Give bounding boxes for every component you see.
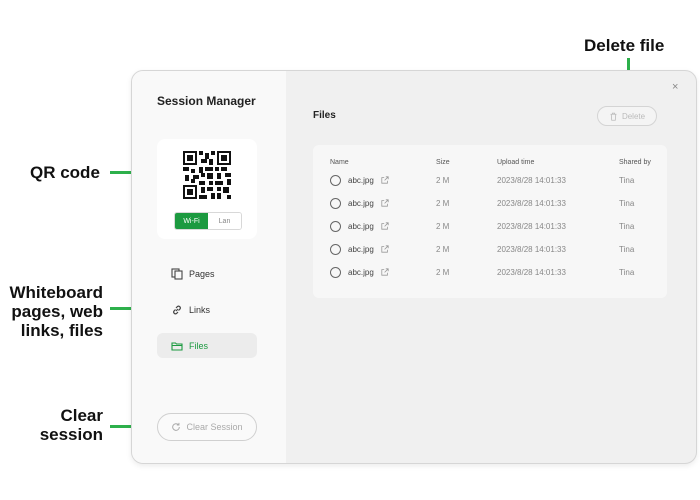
file-name: abc.jpg [348, 199, 374, 208]
pages-icon [171, 267, 183, 280]
callout-qr-code: QR code [30, 163, 100, 182]
column-header-size: Size [436, 159, 450, 166]
trash-icon [610, 112, 617, 121]
callout-clear-line1: Clear [60, 406, 103, 425]
row-select-radio[interactable] [330, 175, 341, 186]
nav-label-links: Links [189, 304, 211, 315]
callout-clear-session: Clear session [20, 406, 103, 444]
upload-time: 2023/8/28 14:01:33 [497, 176, 566, 185]
file-name: abc.jpg [348, 222, 374, 231]
table-row[interactable]: abc.jpg 2 M 2023/8/28 14:01:33 Tina [313, 263, 667, 283]
table-row[interactable]: abc.jpg 2 M 2023/8/28 14:01:33 Tina [313, 171, 667, 191]
callout-clear-line2: session [39, 425, 103, 444]
app-title: Session Manager [157, 94, 256, 108]
delete-button[interactable]: Delete [597, 106, 657, 126]
toggle-lan[interactable]: Lan [208, 213, 241, 229]
row-select-radio[interactable] [330, 198, 341, 209]
upload-time: 2023/8/28 14:01:33 [497, 199, 566, 208]
network-toggle: Wi-Fi Lan [174, 212, 242, 230]
table-row[interactable]: abc.jpg 2 M 2023/8/28 14:01:33 Tina [313, 194, 667, 214]
files-table: Name Size Upload time Shared by abc.jpg … [313, 145, 667, 298]
nav-item-pages[interactable]: Pages [157, 261, 257, 286]
toggle-wifi[interactable]: Wi-Fi [175, 213, 208, 229]
qr-code-icon [183, 151, 231, 199]
table-row[interactable]: abc.jpg 2 M 2023/8/28 14:01:33 Tina [313, 217, 667, 237]
file-size: 2 M [436, 268, 450, 277]
qr-card: Wi-Fi Lan [157, 139, 257, 239]
sidebar: Session Manager Wi-Fi Lan Pages Links Fi… [132, 71, 286, 463]
callout-whiteboard-line3: links, files [20, 321, 103, 340]
callout-whiteboard-line2: pages, web [11, 302, 103, 321]
shared-by: Tina [619, 268, 635, 277]
callout-delete-file: Delete file [584, 36, 665, 55]
column-header-upload-time: Upload time [497, 159, 535, 166]
shared-by: Tina [619, 245, 635, 254]
clear-session-button[interactable]: Clear Session [157, 413, 257, 441]
upload-time: 2023/8/28 14:01:33 [497, 222, 566, 231]
file-size: 2 M [436, 199, 450, 208]
external-link-icon[interactable] [381, 245, 389, 253]
shared-by: Tina [619, 199, 635, 208]
close-icon[interactable]: × [672, 81, 678, 93]
row-select-radio[interactable] [330, 244, 341, 255]
callout-whiteboard: Whiteboard pages, web links, files [2, 283, 104, 340]
table-row[interactable]: abc.jpg 2 M 2023/8/28 14:01:33 Tina [313, 240, 667, 260]
external-link-icon[interactable] [381, 268, 389, 276]
external-link-icon[interactable] [381, 199, 389, 207]
file-name: abc.jpg [348, 268, 374, 277]
shared-by: Tina [619, 176, 635, 185]
link-icon [173, 305, 181, 314]
nav-label-files: Files [189, 340, 209, 351]
delete-label: Delete [621, 111, 646, 121]
file-name: abc.jpg [348, 176, 374, 185]
nav-item-files[interactable]: Files [157, 333, 257, 358]
shared-by: Tina [619, 222, 635, 231]
external-link-icon[interactable] [381, 222, 389, 230]
file-size: 2 M [436, 222, 450, 231]
clear-session-label: Clear Session [186, 422, 243, 432]
column-header-shared-by: Shared by [619, 159, 651, 166]
upload-time: 2023/8/28 14:01:33 [497, 268, 566, 277]
nav-item-links[interactable]: Links [157, 297, 257, 322]
file-size: 2 M [436, 245, 450, 254]
row-select-radio[interactable] [330, 267, 341, 278]
callout-whiteboard-line1: Whiteboard [9, 283, 104, 302]
page-title: Files [313, 110, 336, 121]
refresh-icon [172, 422, 181, 431]
session-manager-window: Session Manager Wi-Fi Lan Pages Links Fi… [131, 70, 697, 464]
upload-time: 2023/8/28 14:01:33 [497, 245, 566, 254]
external-link-icon[interactable] [381, 176, 389, 184]
file-size: 2 M [436, 176, 450, 185]
row-select-radio[interactable] [330, 221, 341, 232]
folder-icon [171, 341, 183, 351]
column-header-name: Name [330, 159, 349, 166]
file-name: abc.jpg [348, 245, 374, 254]
nav-label-pages: Pages [189, 268, 215, 279]
